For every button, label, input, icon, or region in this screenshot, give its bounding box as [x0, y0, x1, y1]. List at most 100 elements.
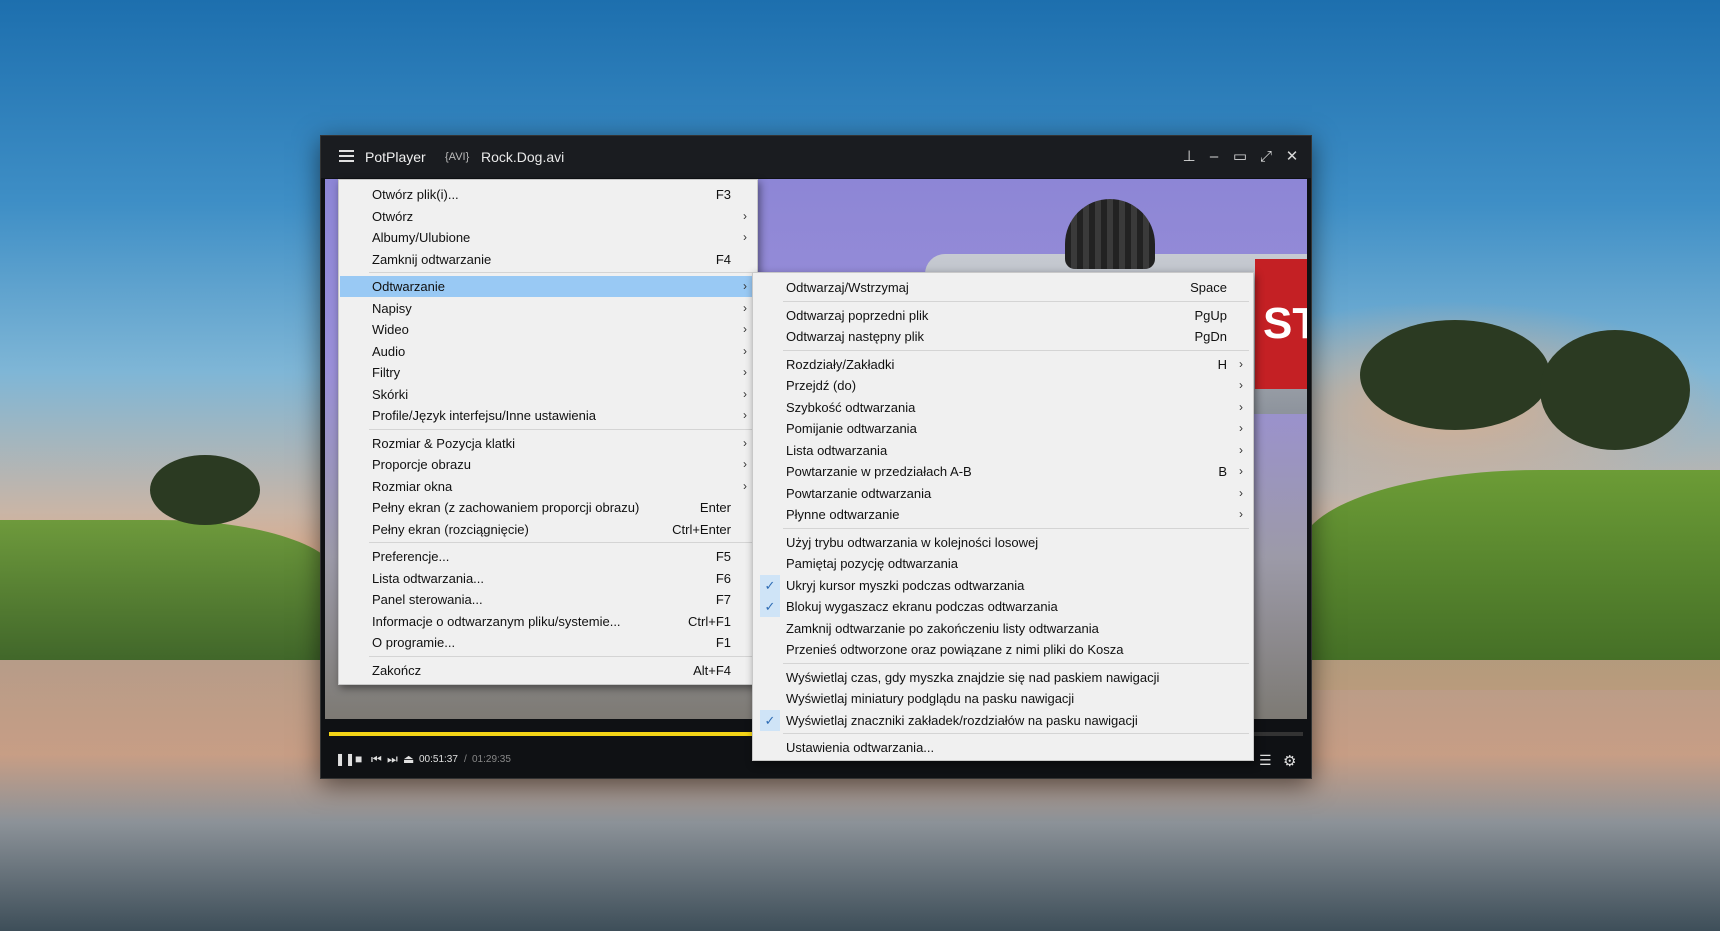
main-menu-item-pe-ny-ekran-rozciagniecie[interactable]: Pełny ekran (rozciągnięcie) Ctrl+Enter: [340, 519, 755, 540]
menu-separator: [783, 300, 1249, 302]
playback-menu-item-label: Wyświetlaj znaczniki zakładek/rozdziałów…: [786, 712, 1138, 728]
playback-menu-item-wyswietlaj-znaczniki-zak-adek-rozdzia-ow-na-pasku-nawigacji[interactable]: ✓ Wyświetlaj znaczniki zakładek/rozdziałó…: [754, 709, 1251, 731]
main-menu-item-zamknij-odtwarzanie[interactable]: Zamknij odtwarzanie F4: [340, 249, 755, 270]
main-menu-item-shortcut: F7: [715, 592, 731, 607]
playback-menu-item-pomijanie-odtwarzania[interactable]: Pomijanie odtwarzania ›: [754, 418, 1251, 439]
playback-menu-item-lista-odtwarzania[interactable]: Lista odtwarzania ›: [754, 440, 1251, 461]
wallpaper-hill-left: [0, 520, 340, 660]
main-menu-item-zakoncz[interactable]: Zakończ Alt+F4: [340, 660, 755, 681]
menu-hamburger-icon[interactable]: [339, 150, 354, 162]
main-menu-item-filtry[interactable]: Filtry ›: [340, 362, 755, 383]
maximize-icon[interactable]: ▭: [1229, 146, 1251, 168]
main-menu-item-napisy[interactable]: Napisy ›: [340, 298, 755, 319]
main-menu-item-panel-sterowania[interactable]: Panel sterowania... F7: [340, 589, 755, 610]
playback-menu-item-shortcut: H: [1217, 356, 1227, 372]
main-context-menu: Otwórz plik(i)... F3 Otwórz › Albumy/Ulubion…: [338, 179, 758, 685]
playback-menu-item-powtarzanie-w-przedzia-ach-a-b[interactable]: Powtarzanie w przedziałach A-B B ›: [754, 461, 1251, 482]
playback-menu-item-blokuj-wygaszacz-ekranu-podczas-odtwarzania[interactable]: ✓ Blokuj wygaszacz ekranu podczas odtwarz…: [754, 596, 1251, 617]
chevron-right-icon: ›: [743, 457, 747, 471]
playback-menu-item-wyswietlaj-czas-gdy-myszka-znajdzie-sie-nad-paskiem-nawigacji[interactable]: Wyświetlaj czas, gdy myszka znajdzie się…: [754, 667, 1251, 688]
playback-menu-item-przejdz-do[interactable]: Przejdź (do) ›: [754, 375, 1251, 396]
playback-menu-item-przenies-odtworzone-oraz-powiazane-z-nimi-pliki-do-kosza[interactable]: Przenieś odtworzone oraz powiązane z nim…: [754, 639, 1251, 660]
main-menu-item-pe-ny-ekran-z-zachowaniem-proporcji-obrazu[interactable]: Pełny ekran (z zachowaniem proporcji obr…: [340, 497, 755, 518]
main-menu-item-shortcut: F6: [715, 570, 731, 586]
playback-menu-item-label: Szybkość odtwarzania: [786, 399, 916, 415]
playback-menu-item-label: Wyświetlaj czas, gdy myszka znajdzie się…: [786, 669, 1160, 685]
main-menu-item-skorki[interactable]: Skórki ›: [340, 384, 755, 405]
chevron-right-icon: ›: [743, 300, 747, 315]
playback-menu-item-label: Wyświetlaj miniatury podglądu na pasku n…: [786, 691, 1075, 706]
pin-icon[interactable]: ⊥: [1178, 146, 1200, 168]
main-menu-item-label: Filtry: [372, 365, 401, 380]
main-menu-item-label: Rozmiar & Pozycja klatki: [372, 435, 516, 451]
pause-icon[interactable]: ❚❚: [335, 752, 355, 766]
chevron-right-icon: ›: [743, 408, 747, 422]
playback-menu-item-label: Powtarzanie w przedziałach A-B: [786, 464, 972, 479]
next-icon[interactable]: ⏭: [387, 752, 398, 767]
settings-gear-icon[interactable]: ⚙: [1283, 752, 1296, 770]
main-menu-item-o-programie[interactable]: O programie... F1: [340, 632, 755, 653]
chevron-right-icon: ›: [743, 478, 747, 493]
main-menu-item-audio[interactable]: Audio ›: [340, 341, 755, 362]
playback-menu-item-uzyj-trybu-odtwarzania-w-kolejnosci-losowej[interactable]: Użyj trybu odtwarzania w kolejności loso…: [754, 532, 1251, 553]
fullscreen-icon[interactable]: ⤢: [1255, 146, 1277, 168]
main-menu-item-label: Otwórz: [372, 208, 414, 224]
chevron-right-icon: ›: [1239, 399, 1243, 414]
playback-menu-item-rozdzia-y-zak-adki[interactable]: Rozdziały/Zakładki H ›: [754, 354, 1251, 375]
main-menu-item-otworz-plik-i[interactable]: Otwórz plik(i)... F3: [340, 184, 755, 205]
menu-separator: [783, 527, 1249, 529]
main-menu-item-rozmiar-okna[interactable]: Rozmiar okna ›: [340, 476, 755, 497]
playback-menu-item-odtwarzaj-wstrzymaj[interactable]: Odtwarzaj/Wstrzymaj Space: [754, 277, 1251, 298]
main-menu-item-shortcut: F3: [715, 187, 731, 202]
playback-menu-item-wyswietlaj-miniatury-podgladu-na-pasku-nawigacji[interactable]: Wyświetlaj miniatury podglądu na pasku n…: [754, 688, 1251, 709]
playback-menu-item-odtwarzaj-poprzedni-plik[interactable]: Odtwarzaj poprzedni plik PgUp: [754, 305, 1251, 326]
main-menu-item-informacje-o-odtwarzanym-pliku-systemie[interactable]: Informacje o odtwarzanym pliku/systemie.…: [340, 611, 755, 632]
menu-separator: [369, 428, 753, 430]
main-menu-item-label: Zamknij odtwarzanie: [372, 251, 492, 267]
main-menu-item-label: Pełny ekran (rozciągnięcie): [372, 521, 529, 537]
playback-menu-item-label: Przenieś odtworzone oraz powiązane z nim…: [786, 642, 1124, 657]
playback-menu-item-odtwarzaj-nastepny-plik[interactable]: Odtwarzaj następny plik PgDn: [754, 326, 1251, 347]
main-menu-item-label: Panel sterowania...: [372, 592, 483, 607]
main-menu-item-wideo[interactable]: Wideo ›: [340, 319, 755, 340]
previous-icon[interactable]: ⏮: [371, 752, 382, 767]
playback-menu-item-powtarzanie-odtwarzania[interactable]: Powtarzanie odtwarzania ›: [754, 483, 1251, 504]
main-menu-item-label: Proporcje obrazu: [372, 457, 471, 472]
playback-menu-item-pamietaj-pozycje-odtwarzania[interactable]: Pamiętaj pozycję odtwarzania: [754, 553, 1251, 574]
wallpaper-tree: [1360, 320, 1550, 430]
playback-menu-item-ukryj-kursor-myszki-podczas-odtwarzania[interactable]: ✓ Ukryj kursor myszki podczas odtwarzania: [754, 574, 1251, 596]
chevron-right-icon: ›: [1239, 356, 1243, 371]
total-time: 01:29:35: [472, 754, 511, 765]
minimize-icon[interactable]: –: [1203, 146, 1225, 168]
stop-icon[interactable]: ■: [355, 752, 362, 766]
playback-menu-item-shortcut: Space: [1190, 280, 1227, 295]
playback-menu-item-label: Odtwarzaj/Wstrzymaj: [786, 280, 909, 295]
title-bar[interactable]: PotPlayer {AVI} Rock.Dog.avi ⊥ – ▭ ⤢ ✕: [321, 136, 1311, 178]
main-menu-item-albumy-ulubione[interactable]: Albumy/Ulubione ›: [340, 227, 755, 248]
current-time: 00:51:37: [419, 754, 458, 765]
playback-submenu: Odtwarzaj/Wstrzymaj Space Odtwarzaj poprze…: [752, 272, 1254, 761]
chevron-right-icon: ›: [1239, 485, 1243, 500]
main-menu-item-preferencje[interactable]: Preferencje... F5: [340, 546, 755, 567]
playback-menu-item-ustawienia-odtwarzania[interactable]: Ustawienia odtwarzania...: [754, 737, 1251, 758]
playback-menu-item-zamknij-odtwarzanie-po-zakonczeniu-listy-odtwarzania[interactable]: Zamknij odtwarzanie po zakończeniu listy…: [754, 618, 1251, 639]
chevron-right-icon: ›: [1239, 507, 1243, 521]
main-menu-item-rozmiar-pozycja-klatki[interactable]: Rozmiar & Pozycja klatki ›: [340, 433, 755, 454]
playback-menu-item-label: Blokuj wygaszacz ekranu podczas odtwarza…: [786, 599, 1058, 614]
menu-separator: [783, 349, 1249, 351]
menu-separator: [369, 272, 753, 273]
playback-menu-item-p-ynne-odtwarzanie[interactable]: Płynne odtwarzanie ›: [754, 504, 1251, 525]
main-menu-item-proporcje-obrazu[interactable]: Proporcje obrazu ›: [340, 454, 755, 475]
main-menu-item-lista-odtwarzania[interactable]: Lista odtwarzania... F6: [340, 568, 755, 589]
main-menu-item-profile-jezyk-interfejsu-inne-ustawienia[interactable]: Profile/Język interfejsu/Inne ustawienia…: [340, 405, 755, 426]
main-menu-item-shortcut: F4: [715, 251, 731, 267]
close-icon[interactable]: ✕: [1281, 146, 1303, 168]
playlist-icon[interactable]: ☰: [1259, 752, 1272, 769]
playback-menu-item-szybkosc-odtwarzania[interactable]: Szybkość odtwarzania ›: [754, 397, 1251, 418]
main-menu-item-shortcut: Enter: [699, 500, 731, 515]
eject-icon[interactable]: ⏏: [403, 752, 414, 766]
main-menu-item-odtwarzanie[interactable]: Odtwarzanie ›: [340, 276, 755, 297]
chevron-right-icon: ›: [743, 386, 747, 401]
chevron-right-icon: ›: [743, 365, 747, 379]
main-menu-item-otworz[interactable]: Otwórz ›: [340, 206, 755, 227]
